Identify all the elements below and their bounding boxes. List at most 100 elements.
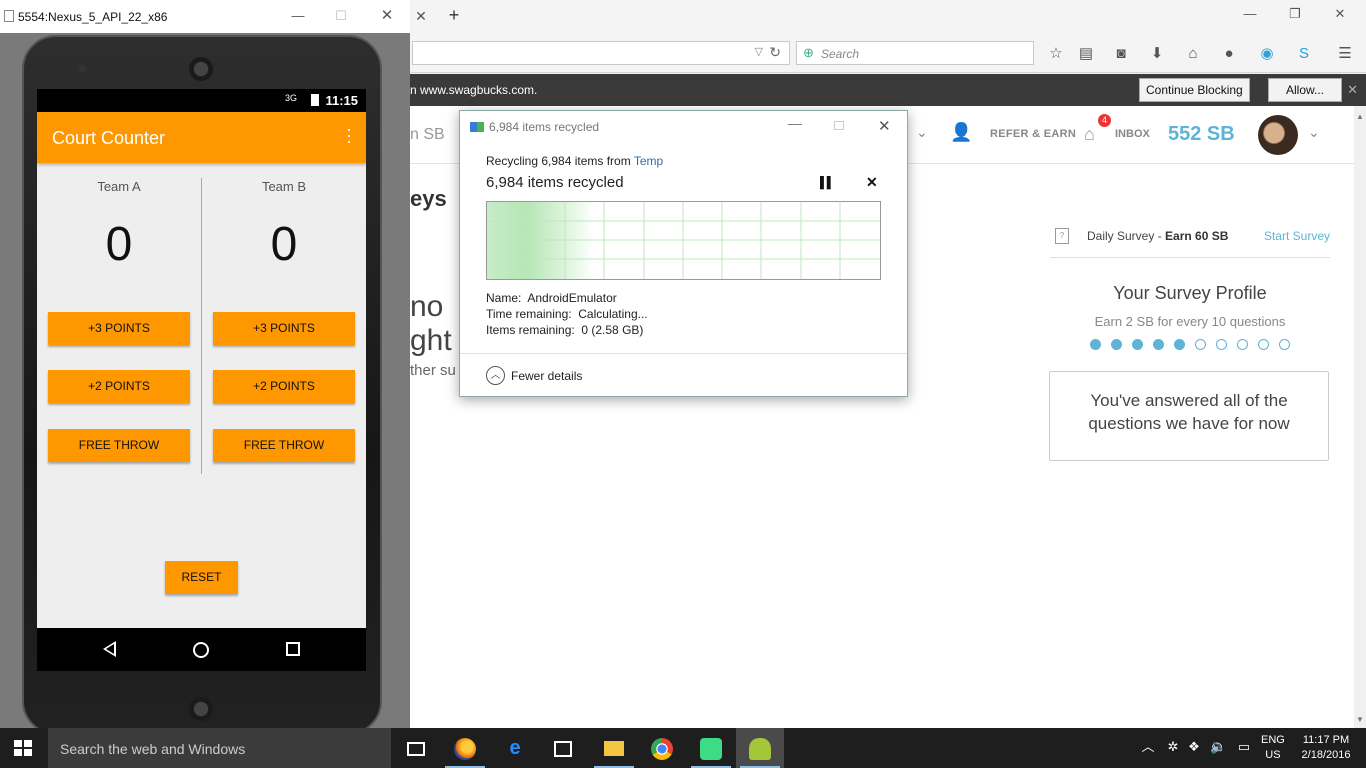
new-tab-button[interactable]: + bbox=[444, 5, 464, 25]
dialog-minimize-button[interactable]: — bbox=[788, 115, 802, 131]
survey-progress-dot bbox=[1111, 339, 1122, 350]
pocket-icon[interactable]: ◙ bbox=[1110, 43, 1132, 65]
download-icon[interactable]: ⬇ bbox=[1146, 43, 1168, 65]
menu-icon[interactable]: ☰ bbox=[1334, 43, 1356, 65]
survey-progress-dot bbox=[1090, 339, 1101, 350]
team-a-free-throw-button[interactable]: FREE THROW bbox=[48, 429, 190, 462]
allow-button[interactable]: Allow... bbox=[1268, 78, 1342, 102]
start-survey-link[interactable]: Start Survey bbox=[1264, 229, 1330, 243]
android-emulator-taskbar-icon[interactable] bbox=[736, 728, 784, 768]
team-a-label: Team A bbox=[97, 179, 141, 194]
daily-survey-row: ? Daily Survey - Earn 60 SB Start Survey bbox=[1050, 226, 1330, 258]
android-nav-bar bbox=[37, 628, 366, 671]
minimize-window-button[interactable]: — bbox=[1236, 4, 1264, 24]
url-bar[interactable]: ▽ ↻ bbox=[412, 41, 790, 65]
extension-icon[interactable]: ◉ bbox=[1256, 43, 1278, 65]
skype-icon[interactable]: S bbox=[1293, 43, 1315, 65]
detail-items-remaining: Items remaining: 0 (2.58 GB) bbox=[486, 323, 644, 337]
overflow-menu-icon[interactable]: · · · bbox=[346, 120, 352, 150]
chevron-down-icon[interactable]: ⌄ bbox=[916, 124, 928, 141]
close-notification-icon[interactable]: ✕ bbox=[1347, 82, 1358, 98]
emulator-maximize-button[interactable]: ☐ bbox=[327, 6, 355, 26]
gear-icon[interactable]: ✲ bbox=[1165, 739, 1181, 755]
chat-icon[interactable]: ● bbox=[1218, 43, 1240, 65]
pause-icon[interactable]: ▌▌ bbox=[820, 177, 835, 189]
survey-progress-dot bbox=[1153, 339, 1164, 350]
reset-button[interactable]: RESET bbox=[165, 561, 238, 594]
volume-icon[interactable]: 🔈 bbox=[1210, 739, 1226, 755]
edge-taskbar-icon[interactable]: e bbox=[491, 728, 539, 768]
reading-list-icon[interactable]: ▤ bbox=[1075, 43, 1097, 65]
site-search-input[interactable]: n SB bbox=[410, 126, 445, 144]
temp-folder-link[interactable]: Temp bbox=[634, 154, 663, 168]
dialog-close-button[interactable]: ✕ bbox=[878, 117, 891, 135]
dialog-maximize-button[interactable] bbox=[834, 121, 844, 130]
back-icon-inner bbox=[106, 644, 114, 654]
home-icon[interactable] bbox=[193, 642, 209, 658]
team-b-plus-3-button[interactable]: +3 POINTS bbox=[213, 312, 355, 345]
survey-progress-dot bbox=[1258, 339, 1269, 350]
survey-profile-title: Your Survey Profile bbox=[1113, 283, 1267, 303]
detail-name: Name: AndroidEmulator bbox=[486, 291, 617, 305]
chevron-up-icon[interactable]: ︿ bbox=[486, 366, 505, 385]
firefox-taskbar-icon[interactable] bbox=[441, 728, 489, 768]
answered-line-2: questions we have for now bbox=[1088, 414, 1290, 433]
chevron-down-icon[interactable]: ⌄ bbox=[1308, 124, 1320, 141]
inbox-icon[interactable]: ⌂ bbox=[1084, 124, 1108, 146]
url-dropdown-icon[interactable]: ▽ bbox=[755, 45, 763, 58]
emulator-window: 5554:Nexus_5_API_22_x86 — ☐ ✕ 3G 11:15 C… bbox=[0, 0, 410, 735]
action-center-icon[interactable]: ▭ bbox=[1236, 739, 1252, 755]
show-hidden-icons-icon[interactable]: ︿ bbox=[1140, 739, 1156, 755]
avatar[interactable] bbox=[1258, 115, 1298, 155]
android-studio-taskbar-icon[interactable] bbox=[687, 728, 735, 768]
close-tab-icon[interactable]: ✕ bbox=[412, 7, 430, 25]
app-title: Court Counter bbox=[52, 128, 166, 148]
survey-profile-progress bbox=[1090, 339, 1290, 351]
inbox-link[interactable]: INBOX bbox=[1115, 128, 1150, 140]
team-b-free-throw-button[interactable]: FREE THROW bbox=[213, 429, 355, 462]
emulator-close-button[interactable]: ✕ bbox=[373, 6, 401, 26]
dialog-status: 6,984 items recycled bbox=[486, 174, 624, 191]
dialog-title-bar: 6,984 items recycled — ✕ bbox=[460, 111, 907, 143]
restore-window-button[interactable]: ❐ bbox=[1281, 4, 1309, 24]
reload-icon[interactable]: ↻ bbox=[769, 44, 781, 61]
notification-text: n www.swagbucks.com. bbox=[410, 83, 538, 97]
refer-earn-link[interactable]: REFER & EARN bbox=[990, 128, 1076, 140]
scroll-down-icon[interactable]: ▼ bbox=[1356, 715, 1364, 724]
chrome-taskbar-icon[interactable] bbox=[638, 728, 686, 768]
recent-apps-icon[interactable] bbox=[286, 642, 300, 656]
input-language[interactable]: ENG US bbox=[1261, 733, 1285, 763]
scroll-up-icon[interactable]: ▲ bbox=[1356, 112, 1364, 121]
fewer-details-link[interactable]: Fewer details bbox=[511, 369, 582, 383]
cancel-icon[interactable]: ✕ bbox=[866, 174, 878, 191]
sb-balance[interactable]: 552 SB bbox=[1168, 123, 1235, 146]
taskbar: Search the web and Windows e ︿ ✲ ❖ ◠ 🔈 ▭… bbox=[0, 728, 1366, 768]
taskbar-clock[interactable]: 11:17 PM 2/18/2016 bbox=[1298, 733, 1354, 763]
daily-survey-label: Daily Survey - Earn 60 SB bbox=[1087, 229, 1229, 243]
survey-progress-dot bbox=[1132, 339, 1143, 350]
bookmark-star-icon[interactable]: ☆ bbox=[1045, 43, 1067, 65]
search-engine-icon[interactable]: ⊕ bbox=[803, 45, 817, 60]
dropbox-icon[interactable]: ❖ bbox=[1186, 739, 1202, 755]
close-window-button[interactable]: ✕ bbox=[1326, 4, 1354, 24]
home-icon[interactable]: ⌂ bbox=[1182, 43, 1204, 65]
team-a-score: 0 bbox=[105, 218, 133, 271]
emulator-minimize-button[interactable]: — bbox=[284, 6, 312, 26]
team-a-plus-3-button[interactable]: +3 POINTS bbox=[48, 312, 190, 345]
store-taskbar-icon[interactable] bbox=[539, 728, 587, 768]
task-view-icon[interactable] bbox=[392, 728, 440, 768]
windows-start-icon[interactable] bbox=[14, 740, 32, 756]
team-a-plus-2-button[interactable]: +2 POINTS bbox=[48, 370, 190, 403]
refer-user-icon[interactable]: 👤 bbox=[950, 122, 976, 146]
speaker-icon bbox=[189, 697, 213, 721]
status-time: 11:15 bbox=[325, 93, 358, 108]
browser-search-box[interactable]: ⊕ Search bbox=[796, 41, 1034, 65]
page-scrollbar[interactable]: ▲ ▼ bbox=[1354, 106, 1366, 728]
continue-blocking-button[interactable]: Continue Blocking bbox=[1139, 78, 1250, 102]
survey-progress-dot bbox=[1195, 339, 1206, 350]
team-b-plus-2-button[interactable]: +2 POINTS bbox=[213, 370, 355, 403]
inbox-badge: 4 bbox=[1098, 114, 1111, 127]
taskbar-search-box[interactable]: Search the web and Windows bbox=[48, 728, 391, 768]
emulator-window-title: 5554:Nexus_5_API_22_x86 bbox=[18, 10, 168, 24]
file-explorer-taskbar-icon[interactable] bbox=[590, 728, 638, 768]
